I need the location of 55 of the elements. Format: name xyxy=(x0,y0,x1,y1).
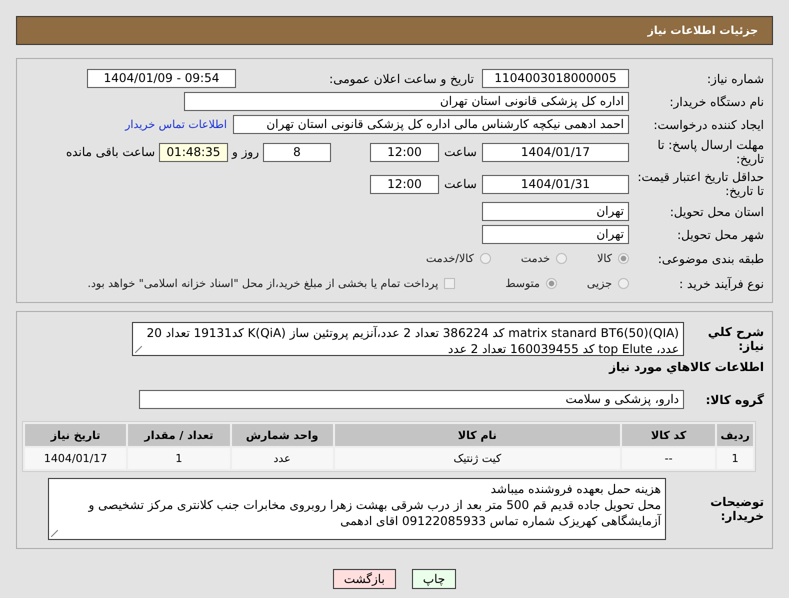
days-label: روز و xyxy=(230,145,260,159)
province-field: تهران xyxy=(482,202,629,221)
date-field: 1404/01/31 xyxy=(482,174,629,194)
column-header: تعداد / مقدار xyxy=(128,424,230,446)
time-field: 12:00 xyxy=(370,142,439,162)
field-label: شهر محل تحویل: xyxy=(676,228,764,242)
time-field: 12:00 xyxy=(370,174,439,194)
field-label: نوع فرآیند خرید : xyxy=(678,276,764,290)
buyer-notes-textarea[interactable]: هزینه حمل بعهده فروشنده میباشد محل تحویل جاده قدیم قم 500 متر بعد از درب شرقی بهشت زهرا روبروی مخابرات جنب کلانتری مرکز تشخیصی و آزمایشگاهی کهریزک شماره تماس 09122085933 اقای ادهمی xyxy=(48,478,666,540)
announce-date-field: 1404/01/09 - 09:54 xyxy=(87,69,236,88)
section-heading: اطلاعات کالاهاي مورد نياز xyxy=(608,360,764,374)
date-field: 1404/01/17 xyxy=(482,142,629,162)
days-field: 8 xyxy=(263,142,331,162)
table-cell: 1 xyxy=(717,448,753,469)
column-header: تاریخ نیاز xyxy=(25,424,126,446)
need-number-field: 1104003018000005 xyxy=(482,69,629,88)
print-button[interactable]: چاپ xyxy=(412,569,456,589)
time-label: ساعت xyxy=(443,145,478,159)
field-label: گروه کالا: xyxy=(704,392,764,406)
contact-link[interactable]: اطلاعات تماس خریدار xyxy=(125,118,227,131)
field-label: شماره نیاز: xyxy=(706,72,764,86)
back-button[interactable]: بازگشت xyxy=(332,569,396,589)
column-header: نام کالا xyxy=(334,424,620,446)
field-label: توضیحات خریدار: xyxy=(709,495,764,523)
field-label: شرح کلي نیاز: xyxy=(706,325,764,353)
radio-option[interactable]: خدمت xyxy=(520,252,568,265)
radio-option[interactable]: کالا/خدمت xyxy=(426,252,491,265)
remaining-label: ساعت باقی مانده xyxy=(66,145,155,159)
table-cell: -- xyxy=(622,448,716,469)
field-label: استان محل تحویل: xyxy=(668,204,764,218)
column-header: واحد شمارش xyxy=(232,424,333,446)
field-label: مهلت ارسال پاسخ: تا تاریخ: xyxy=(656,138,764,166)
field-label: تاریخ و ساعت اعلان عمومی: xyxy=(328,72,475,86)
creator-field: احمد ادهمی نیکچه کارشناس مالی اداره کل پزشکی قانونی استان تهران xyxy=(233,115,629,134)
payment-checkbox[interactable]: پرداخت تمام یا بخشی از مبلغ خرید،از محل "اسناد خزانه اسلامی" خواهد بود. xyxy=(88,277,456,290)
field-label: حداقل تاریخ اعتبار قیمت: تا تاریخ: xyxy=(636,170,764,198)
column-header: ردیف xyxy=(717,424,753,446)
city-field: تهران xyxy=(482,225,629,244)
table-cell: 1404/01/17 xyxy=(25,448,126,469)
table-cell: عدد xyxy=(232,448,333,469)
remaining-time-field: 01:48:35 xyxy=(159,142,228,162)
field-label: ایجاد کننده درخواست: xyxy=(652,118,764,132)
table-cell: 1 xyxy=(128,448,230,469)
goods-group-field: دارو، پزشکی و سلامت xyxy=(139,390,684,409)
field-label: طبقه بندی موضوعی: xyxy=(656,252,764,266)
time-label: ساعت xyxy=(443,177,478,191)
buyer-org-field: اداره کل پزشکی قانونی استان تهران xyxy=(184,92,629,111)
table-cell: کیت ژنتیک xyxy=(334,448,620,469)
page-title: جزئیات اطلاعات نیاز xyxy=(648,24,758,37)
field-label: نام دستگاه خریدار: xyxy=(668,94,764,108)
description-textarea[interactable]: matrix stanard BT6(50)(QIA) کد 386224 تعداد 2 عدد،آنزیم پروتئین ساز K(QiA) کد19131 تعداد 20 عدد، top Elute کد 160039455 تعداد 2 عدد xyxy=(132,322,684,356)
radio-option[interactable]: جزیی xyxy=(586,277,629,290)
radio-option[interactable]: کالا xyxy=(597,252,629,265)
column-header: کد کالا xyxy=(622,424,716,446)
radio-option[interactable]: متوسط xyxy=(505,277,557,290)
